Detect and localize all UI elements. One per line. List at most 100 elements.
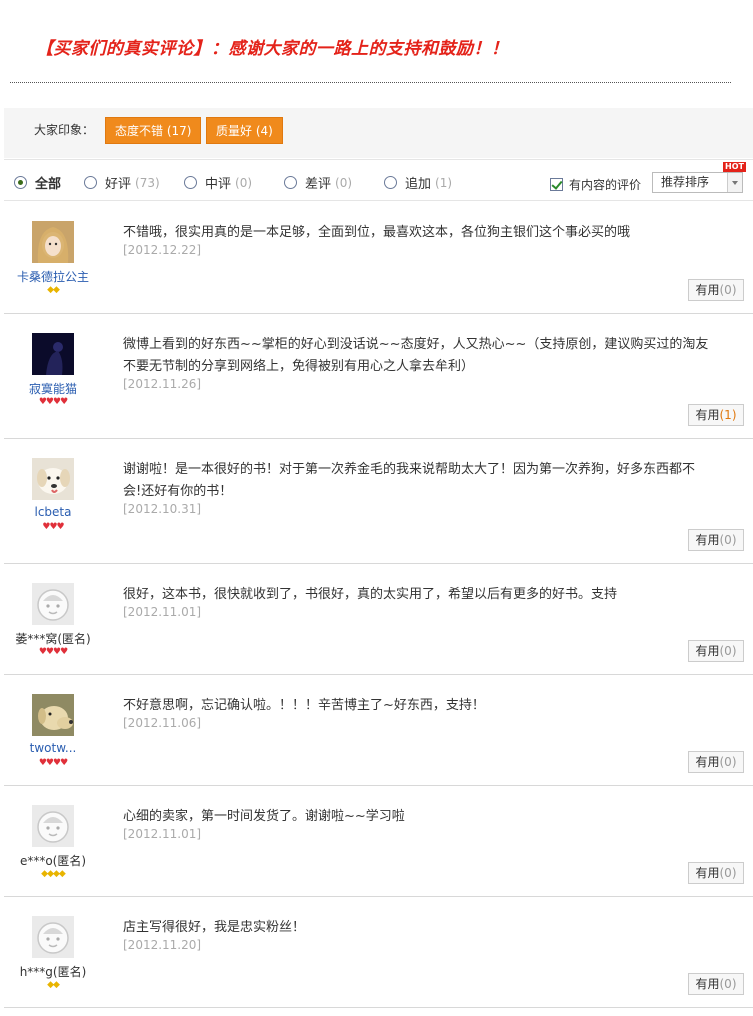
radio-icon: [84, 176, 97, 189]
review-text: 心细的卖家，第一时间发货了。谢谢啦~~学习啦: [123, 809, 405, 824]
useful-count: (0): [719, 533, 737, 547]
filter-all[interactable]: 全部: [14, 173, 65, 192]
radio-icon: [14, 176, 27, 189]
avatar[interactable]: [32, 583, 74, 625]
content-only-checkbox[interactable]: 有内容的评价: [550, 176, 641, 193]
sort-select[interactable]: 推荐排序: [652, 172, 743, 193]
filter-count: (73): [135, 175, 160, 190]
reviewer-rank-icons: ♥♥♥♥: [38, 758, 68, 768]
radio-icon: [384, 176, 397, 189]
review-text: 谢谢啦！是一本很好的书！对于第一次养金毛的我来说帮助太大了！因为第一次养狗，好多…: [123, 462, 696, 499]
chevron-down-icon: [727, 173, 742, 192]
useful-button[interactable]: 有用(0): [688, 529, 744, 551]
filter-count: (1): [435, 175, 453, 190]
useful-count: (1): [719, 408, 737, 422]
useful-count: (0): [719, 755, 737, 769]
review-row: 萎***窝(匿名) ♥♥♥♥ 很好，这本书，很快就收到了，书很好，真的太实用了，希望…: [4, 564, 753, 675]
tag-count: (17): [166, 124, 192, 138]
hot-badge: HOT: [723, 162, 746, 172]
review-row: twotw... ♥♥♥♥ 不好意思啊，忘记确认啦。！！！辛苦博主了~好东西，支持！…: [4, 675, 753, 786]
review-text: 很好，这本书，很快就收到了，书很好，真的太实用了，希望以后有更多的好书。支持: [123, 587, 618, 602]
filter-neutral[interactable]: 中评 (0): [184, 173, 252, 192]
useful-count: (0): [719, 866, 737, 880]
useful-button[interactable]: 有用(0): [688, 862, 744, 884]
review-row: 卡桑德拉公主 ◆◆ 不错哦，很实用真的是一本足够，全面到位，最喜欢这本，各位狗主银们…: [4, 202, 753, 314]
reviewer-name: e***o(匿名): [19, 854, 87, 868]
filter-label: 好评: [105, 177, 132, 192]
impression-bar: 大家印象： 态度不错 (17) 质量好 (4): [4, 108, 753, 158]
review-row: e***o(匿名) ◆◆◆◆ 心细的卖家，第一时间发货了。谢谢啦~~学习啦 [2012…: [4, 786, 753, 897]
impression-label: 大家印象：: [34, 123, 95, 137]
review-text: 不好意思啊，忘记确认啦。！！！辛苦博主了~好东西，支持！: [123, 698, 485, 713]
reviewer-rank-icons: ♥♥♥♥: [38, 397, 68, 407]
impression-tag-attitude[interactable]: 态度不错 (17): [105, 117, 202, 144]
reviewer-rank-icons: ♥♥♥: [42, 522, 64, 532]
useful-label: 有用: [695, 755, 720, 769]
reviewer-name[interactable]: 寂寞能猫: [4, 380, 102, 397]
avatar[interactable]: [32, 916, 74, 958]
useful-label: 有用: [695, 408, 720, 422]
review-date: [2012.11.01]: [123, 827, 202, 841]
avatar[interactable]: [32, 221, 74, 263]
reviewer-name: h***g(匿名): [19, 965, 87, 979]
useful-button[interactable]: 有用(0): [688, 640, 744, 662]
useful-count: (0): [719, 977, 737, 991]
filter-positive[interactable]: 好评 (73): [84, 173, 160, 192]
reviewer-name[interactable]: twotw...: [4, 741, 102, 755]
filter-bar: 全部 好评 (73) 中评 (0) 差评 (0) 追加 (1) 有内容的评价 H…: [4, 159, 753, 201]
filter-label: 差评: [305, 177, 332, 192]
radio-icon: [284, 176, 297, 189]
useful-label: 有用: [695, 644, 720, 658]
tag-text: 态度不错: [115, 124, 164, 138]
tag-text: 质量好: [216, 124, 253, 138]
useful-button[interactable]: 有用(0): [688, 279, 744, 301]
reviewer-name: 萎***窝(匿名): [15, 632, 91, 646]
useful-count: (0): [719, 283, 737, 297]
avatar[interactable]: [32, 333, 74, 375]
impression-tag-quality[interactable]: 质量好 (4): [206, 117, 283, 144]
filter-count: (0): [235, 175, 253, 190]
reviewer-rank-icons: ◆◆: [47, 980, 60, 990]
avatar[interactable]: [32, 458, 74, 500]
review-date: [2012.10.31]: [123, 502, 202, 516]
filter-count: (0): [335, 175, 353, 190]
review-text: 不错哦，很实用真的是一本足够，全面到位，最喜欢这本，各位狗主银们这个事必买的哦: [123, 225, 631, 240]
useful-button[interactable]: 有用(0): [688, 751, 744, 773]
radio-icon: [184, 176, 197, 189]
avatar[interactable]: [32, 805, 74, 847]
review-date: [2012.11.20]: [123, 938, 202, 952]
reviewer-rank-icons: ◆◆◆◆: [41, 869, 66, 879]
useful-button[interactable]: 有用(1): [688, 404, 744, 426]
review-row: 寂寞能猫 ♥♥♥♥ 微博上看到的好东西~~掌柜的好心到没话说~~态度好，人又热心~~…: [4, 314, 753, 439]
divider: [10, 82, 731, 83]
review-date: [2012.11.26]: [123, 377, 202, 391]
useful-label: 有用: [695, 866, 720, 880]
review-row: h***g(匿名) ◆◆ 店主写得很好，我是忠实粉丝！ [2012.11.20] 有用(…: [4, 897, 753, 1008]
checkbox-icon: [550, 178, 563, 191]
avatar[interactable]: [32, 694, 74, 736]
filter-followup[interactable]: 追加 (1): [384, 173, 452, 192]
review-date: [2012.12.22]: [123, 243, 202, 257]
review-date: [2012.11.01]: [123, 605, 202, 619]
useful-label: 有用: [695, 283, 720, 297]
review-text: 店主写得很好，我是忠实粉丝！: [123, 920, 306, 935]
review-text: 微博上看到的好东西~~掌柜的好心到没话说~~态度好，人又热心~~（支持原创，建议…: [123, 337, 709, 374]
reviewer-rank-icons: ♥♥♥♥: [38, 647, 68, 657]
reviewer-rank-icons: ◆◆: [47, 285, 60, 295]
review-date: [2012.11.06]: [123, 716, 202, 730]
useful-label: 有用: [695, 533, 720, 547]
content-only-label: 有内容的评价: [569, 178, 642, 192]
reviewer-name[interactable]: 卡桑德拉公主: [4, 268, 102, 285]
useful-count: (0): [719, 644, 737, 658]
filter-negative[interactable]: 差评 (0): [284, 173, 352, 192]
sort-selected-value: 推荐排序: [661, 175, 710, 189]
filter-label: 追加: [405, 177, 432, 192]
reviewer-name[interactable]: lcbeta: [4, 505, 102, 519]
useful-button[interactable]: 有用(0): [688, 973, 744, 995]
page-headline: 【买家们的真实评论】：感谢大家的一路上的支持和鼓励！！: [36, 39, 509, 59]
filter-label: 中评: [205, 177, 232, 192]
useful-label: 有用: [695, 977, 720, 991]
review-row: lcbeta ♥♥♥ 谢谢啦！是一本很好的书！对于第一次养金毛的我来说帮助太大了！因…: [4, 439, 753, 564]
filter-label: 全部: [35, 177, 62, 192]
tag-count: (4): [255, 124, 273, 138]
